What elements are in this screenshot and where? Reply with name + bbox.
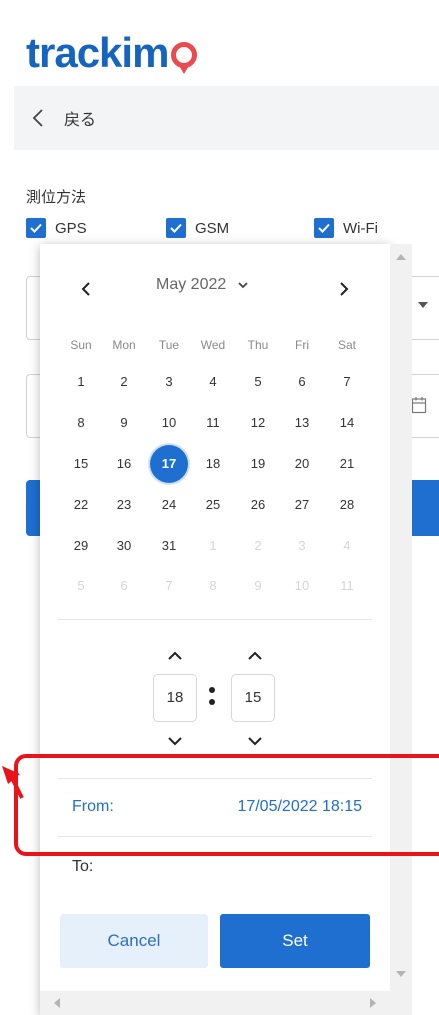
calendar-day[interactable]: 31 bbox=[149, 526, 189, 566]
calendar-day[interactable]: 27 bbox=[282, 485, 322, 525]
calendar-day[interactable]: 24 bbox=[149, 485, 189, 525]
calendar-day[interactable]: 21 bbox=[327, 444, 367, 484]
calendar-day-outside-month: 3 bbox=[298, 538, 306, 553]
calendar-day[interactable]: 8 bbox=[61, 403, 101, 443]
divider bbox=[58, 778, 372, 779]
positioning-method-label: 測位方法 bbox=[26, 189, 87, 206]
wifi-checkbox[interactable]: Wi-Fi bbox=[314, 218, 378, 238]
calendar-day-outside-month: 9 bbox=[254, 578, 262, 593]
calendar-day[interactable]: 20 bbox=[282, 444, 322, 484]
calendar-day[interactable]: 3 bbox=[149, 362, 189, 402]
logo-text: trackim bbox=[26, 29, 169, 76]
calendar-day[interactable]: 14 bbox=[327, 403, 367, 443]
calendar-day-outside-month: 11 bbox=[340, 578, 354, 593]
hour-increment-icon[interactable] bbox=[165, 649, 185, 663]
calendar-day[interactable]: 7 bbox=[327, 362, 367, 402]
calendar-day-outside-month: 6 bbox=[120, 578, 128, 593]
time-colon bbox=[208, 684, 216, 710]
checkbox-checked-icon[interactable] bbox=[26, 218, 46, 238]
calendar-day[interactable]: 25 bbox=[193, 485, 233, 525]
wifi-label: Wi-Fi bbox=[343, 219, 378, 237]
calendar-day[interactable]: 28 bbox=[327, 485, 367, 525]
calendar-icon[interactable] bbox=[411, 396, 427, 414]
calendar-day-outside-month: 4 bbox=[343, 538, 351, 553]
divider bbox=[58, 836, 372, 837]
annotation-arrow-icon bbox=[2, 766, 24, 799]
set-button[interactable]: Set bbox=[220, 914, 370, 968]
scroll-right-icon[interactable] bbox=[370, 998, 376, 1008]
calendar-day[interactable]: 26 bbox=[238, 485, 278, 525]
trackimo-logo: trackim bbox=[26, 14, 199, 74]
calendar-day[interactable]: 5 bbox=[238, 362, 278, 402]
calendar-day[interactable]: 6 bbox=[282, 362, 322, 402]
back-bar[interactable]: 戻る bbox=[14, 86, 439, 150]
calendar-day[interactable]: 15 bbox=[61, 444, 101, 484]
date-time-picker: May 2022 Sun Mon Tue Wed Thu Fri Sat 123… bbox=[40, 244, 390, 1015]
calendar-day[interactable]: 1 bbox=[61, 362, 101, 402]
scroll-down-icon[interactable] bbox=[396, 971, 406, 977]
map-pin-icon bbox=[169, 30, 199, 74]
dropdown-arrow-icon[interactable] bbox=[418, 302, 428, 308]
hour-input[interactable]: 18 bbox=[153, 674, 197, 722]
from-row: From: 17/05/2022 18:15 bbox=[72, 792, 362, 822]
minute-increment-icon[interactable] bbox=[245, 649, 265, 663]
vertical-scrollbar[interactable] bbox=[390, 244, 412, 991]
scroll-left-icon[interactable] bbox=[54, 998, 60, 1008]
calendar-day-outside-month: 8 bbox=[209, 578, 217, 593]
gsm-checkbox[interactable]: GSM bbox=[166, 218, 229, 238]
from-value: 17/05/2022 18:15 bbox=[237, 798, 362, 815]
gps-label: GPS bbox=[55, 219, 87, 237]
calendar-day[interactable]: 13 bbox=[282, 403, 322, 443]
calendar-day[interactable]: 10 bbox=[149, 403, 189, 443]
calendar-day-outside-month: 7 bbox=[165, 578, 173, 593]
to-label: To: bbox=[72, 858, 94, 875]
calendar-day[interactable]: 29 bbox=[61, 526, 101, 566]
calendar-day[interactable]: 2 bbox=[104, 362, 144, 402]
calendar-day[interactable]: 30 bbox=[104, 526, 144, 566]
chevron-left-icon[interactable] bbox=[28, 107, 50, 129]
calendar-day[interactable]: 12 bbox=[238, 403, 278, 443]
calendar-day[interactable]: 11 bbox=[193, 403, 233, 443]
calendar-day[interactable]: 23 bbox=[104, 485, 144, 525]
horizontal-scrollbar[interactable] bbox=[40, 991, 412, 1015]
calendar-day[interactable]: 19 bbox=[238, 444, 278, 484]
minute-input[interactable]: 15 bbox=[231, 674, 275, 722]
calendar-day-selected[interactable]: 17 bbox=[149, 444, 189, 484]
checkbox-checked-icon[interactable] bbox=[314, 218, 334, 238]
calendar-day[interactable]: 16 bbox=[104, 444, 144, 484]
calendar-day-outside-month: 5 bbox=[77, 578, 85, 593]
gps-checkbox[interactable]: GPS bbox=[26, 218, 87, 238]
calendar-day[interactable]: 22 bbox=[61, 485, 101, 525]
from-label: From: bbox=[72, 798, 114, 815]
calendar-day[interactable]: 18 bbox=[193, 444, 233, 484]
hour-decrement-icon[interactable] bbox=[165, 734, 185, 748]
positioning-options: GPS GSM Wi-Fi bbox=[26, 218, 439, 242]
scroll-up-icon[interactable] bbox=[396, 254, 406, 260]
calendar-day[interactable]: 9 bbox=[104, 403, 144, 443]
cancel-button[interactable]: Cancel bbox=[60, 914, 208, 968]
gsm-label: GSM bbox=[195, 219, 230, 237]
back-label[interactable]: 戻る bbox=[64, 106, 96, 130]
calendar-day-outside-month: 1 bbox=[209, 538, 217, 553]
calendar-day-outside-month: 10 bbox=[294, 578, 310, 593]
checkbox-checked-icon[interactable] bbox=[166, 218, 186, 238]
calendar-day[interactable]: 4 bbox=[193, 362, 233, 402]
calendar-day-outside-month: 2 bbox=[254, 538, 262, 553]
minute-decrement-icon[interactable] bbox=[245, 734, 265, 748]
calendar-grid: 1 2 3 4 5 6 7 8 9 10 11 12 13 14 15 16 17 18 19 20 21 22 23 24 2… bbox=[40, 244, 390, 624]
